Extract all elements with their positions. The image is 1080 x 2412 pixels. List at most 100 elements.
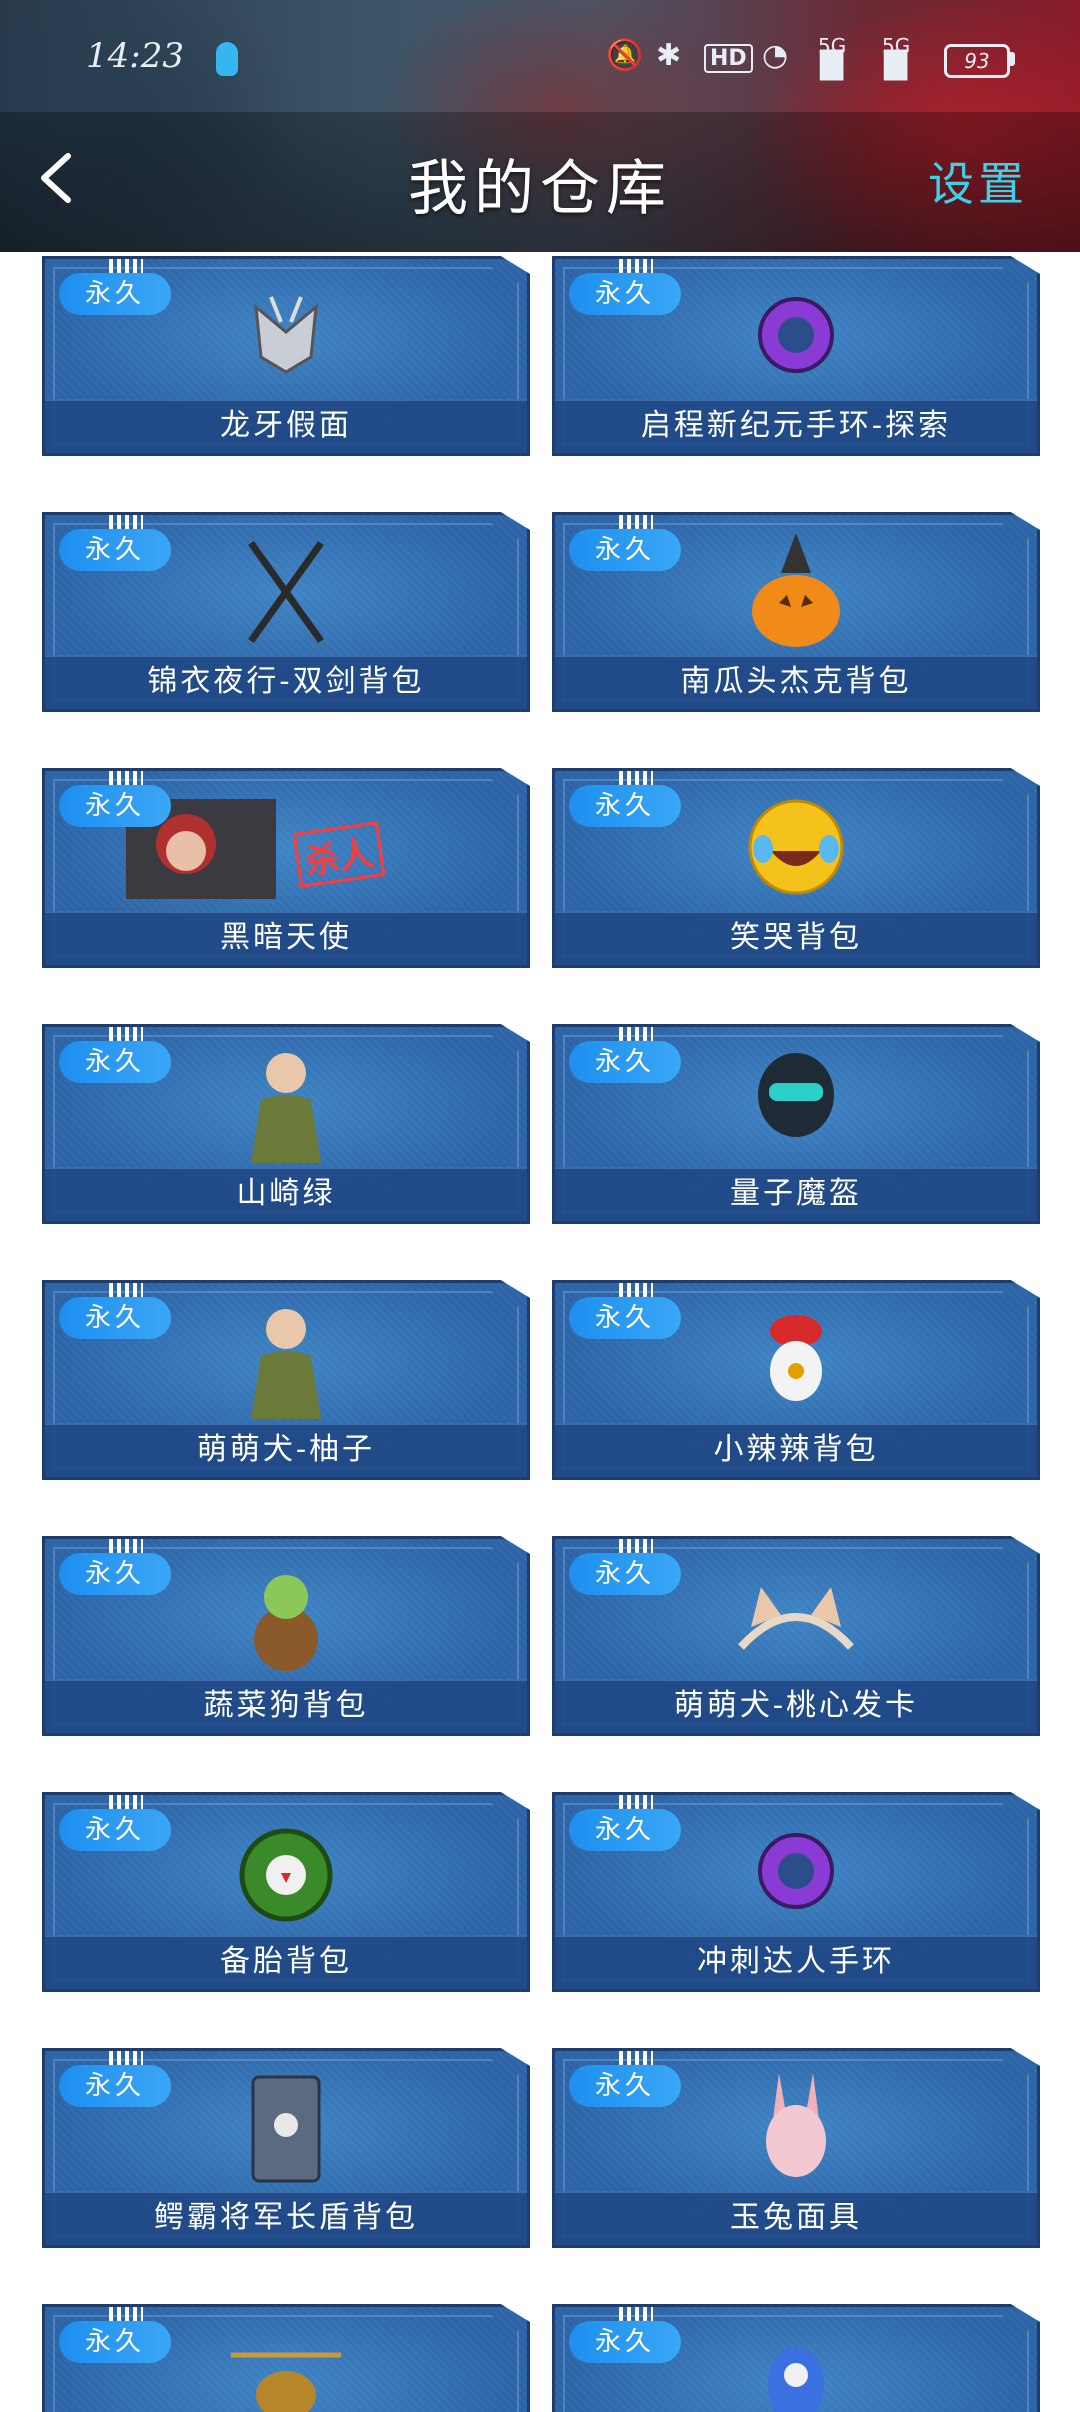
item-card[interactable]: 永久鳄霸将军长盾背包 <box>42 2048 530 2248</box>
helmet-icon <box>721 1045 871 1163</box>
card-ticks-decoration <box>109 2307 143 2321</box>
permanent-badge: 永久 <box>59 529 171 571</box>
item-card[interactable]: 永久笑哭背包 <box>552 768 1040 968</box>
card-ticks-decoration <box>619 1283 653 1297</box>
item-name: 黑暗天使 <box>45 911 527 965</box>
permanent-badge: 永久 <box>59 1553 171 1595</box>
crossed-swords-icon <box>211 533 361 651</box>
pumpkin-icon <box>721 533 871 651</box>
card-ticks-decoration <box>619 2051 653 2065</box>
helicopter-icon <box>211 2325 361 2412</box>
card-ticks-decoration <box>619 1539 653 1553</box>
cat-ear-headband-icon <box>721 1557 871 1675</box>
permanent-badge: 永久 <box>569 273 681 315</box>
permanent-badge: 永久 <box>59 1297 171 1339</box>
item-card[interactable]: 永久南瓜头杰克背包 <box>552 512 1040 712</box>
item-name: 量子魔盔 <box>555 1167 1037 1221</box>
qq-icon <box>216 42 238 76</box>
permanent-badge: 永久 <box>569 2065 681 2107</box>
bracelet-icon <box>721 277 871 395</box>
item-card[interactable]: 永久玉兔面具 <box>552 2048 1040 2248</box>
item-card[interactable]: 永久锦衣夜行-双剑背包 <box>42 512 530 712</box>
item-name: 锦衣夜行-双剑背包 <box>45 655 527 709</box>
header-banner: 14:23 🔕 ✱ HD ◔ 5G ▇ 5G ▇ 93 我的仓库 设置 <box>0 0 1080 252</box>
item-card[interactable]: 永久启程新纪元手环-探索 <box>552 256 1040 456</box>
settings-button[interactable]: 设置 <box>928 148 1028 214</box>
permanent-badge: 永久 <box>59 1041 171 1083</box>
robot-icon <box>721 2325 871 2412</box>
permanent-badge: 永久 <box>59 2321 171 2363</box>
battery-tip <box>1010 52 1015 66</box>
item-name: 萌萌犬-柚子 <box>45 1423 527 1477</box>
character-portrait-icon: 杀人 <box>126 789 446 907</box>
item-name: 小辣辣背包 <box>555 1423 1037 1477</box>
item-name: 龙牙假面 <box>45 399 527 453</box>
item-card[interactable]: 永久萌萌犬-柚子 <box>42 1280 530 1480</box>
permanent-badge: 永久 <box>569 1041 681 1083</box>
mute-bell-icon: 🔕 <box>606 38 644 73</box>
card-ticks-decoration <box>109 1539 143 1553</box>
item-name: 蔬菜狗背包 <box>45 1679 527 1733</box>
card-ticks-decoration <box>619 1027 653 1041</box>
item-name: 冲刺达人手环 <box>555 1935 1037 1989</box>
item-name: 玉兔面具 <box>555 2191 1037 2245</box>
item-card[interactable]: 永久量子魔盔 <box>552 1024 1040 1224</box>
hd-icon: HD <box>704 44 753 73</box>
item-card[interactable]: 杀人 永久黑暗天使 <box>42 768 530 968</box>
bracelet-icon <box>721 1813 871 1931</box>
item-name: 南瓜头杰克背包 <box>555 655 1037 709</box>
page-title: 我的仓库 <box>408 154 672 224</box>
item-card[interactable]: 永久龙牙假面 <box>42 256 530 456</box>
signal-bars-1-icon: ▇ <box>820 46 844 81</box>
card-ticks-decoration <box>109 1027 143 1041</box>
card-ticks-decoration <box>109 1283 143 1297</box>
item-name: 启程新纪元手环-探索 <box>555 399 1037 453</box>
item-name: 备胎背包 <box>45 1935 527 1989</box>
item-card[interactable]: 永久小辣辣背包 <box>552 1280 1040 1480</box>
chili-mascot-icon <box>721 1301 871 1419</box>
overlay-stamp-text: 杀人 <box>292 821 386 888</box>
permanent-badge: 永久 <box>59 2065 171 2107</box>
status-bar: 14:23 🔕 ✱ HD ◔ 5G ▇ 5G ▇ 93 <box>0 30 1080 90</box>
permanent-badge: 永久 <box>569 2321 681 2363</box>
permanent-badge: 永久 <box>569 1809 681 1851</box>
item-card[interactable]: 永久 山崎绿 <box>42 1024 530 1224</box>
tire-icon <box>211 1813 361 1931</box>
permanent-badge: 永久 <box>59 273 171 315</box>
card-ticks-decoration <box>619 1795 653 1809</box>
nav-bar: 我的仓库 设置 <box>0 120 1080 230</box>
item-name: 笑哭背包 <box>555 911 1037 965</box>
status-time: 14:23 <box>86 36 184 76</box>
item-card[interactable]: 永久 萌萌犬-桃心发卡 <box>552 1536 1040 1736</box>
card-ticks-decoration <box>109 771 143 785</box>
card-ticks-decoration <box>619 2307 653 2321</box>
item-name: 鳄霸将军长盾背包 <box>45 2191 527 2245</box>
permanent-badge: 永久 <box>59 1809 171 1851</box>
item-card[interactable]: 永久蔬菜狗背包 <box>42 1536 530 1736</box>
card-ticks-decoration <box>619 771 653 785</box>
item-card[interactable]: 永久冲刺达人手环 <box>552 1792 1040 1992</box>
item-name: 萌萌犬-桃心发卡 <box>555 1679 1037 1733</box>
permanent-badge: 永久 <box>59 785 171 827</box>
card-ticks-decoration <box>619 259 653 273</box>
permanent-badge: 永久 <box>569 1297 681 1339</box>
laughing-emoji-icon <box>721 789 871 907</box>
item-card[interactable]: 永久 <box>552 2304 1040 2412</box>
character-figure-icon <box>211 1301 361 1419</box>
card-ticks-decoration <box>619 515 653 529</box>
item-card[interactable]: 永久备胎背包 <box>42 1792 530 1992</box>
bluetooth-icon: ✱ <box>656 38 682 73</box>
permanent-badge: 永久 <box>569 785 681 827</box>
mask-icon <box>211 277 361 395</box>
card-ticks-decoration <box>109 515 143 529</box>
wifi-icon: ◔ <box>762 38 789 73</box>
veggie-dog-icon <box>211 1557 361 1675</box>
item-card[interactable]: 永久 <box>42 2304 530 2412</box>
permanent-badge: 永久 <box>569 529 681 571</box>
shield-backpack-icon <box>211 2069 361 2187</box>
rabbit-mask-icon <box>721 2069 871 2187</box>
card-ticks-decoration <box>109 2051 143 2065</box>
character-figure-icon <box>211 1045 361 1163</box>
signal-bars-2-icon: ▇ <box>884 46 908 81</box>
card-ticks-decoration <box>109 259 143 273</box>
